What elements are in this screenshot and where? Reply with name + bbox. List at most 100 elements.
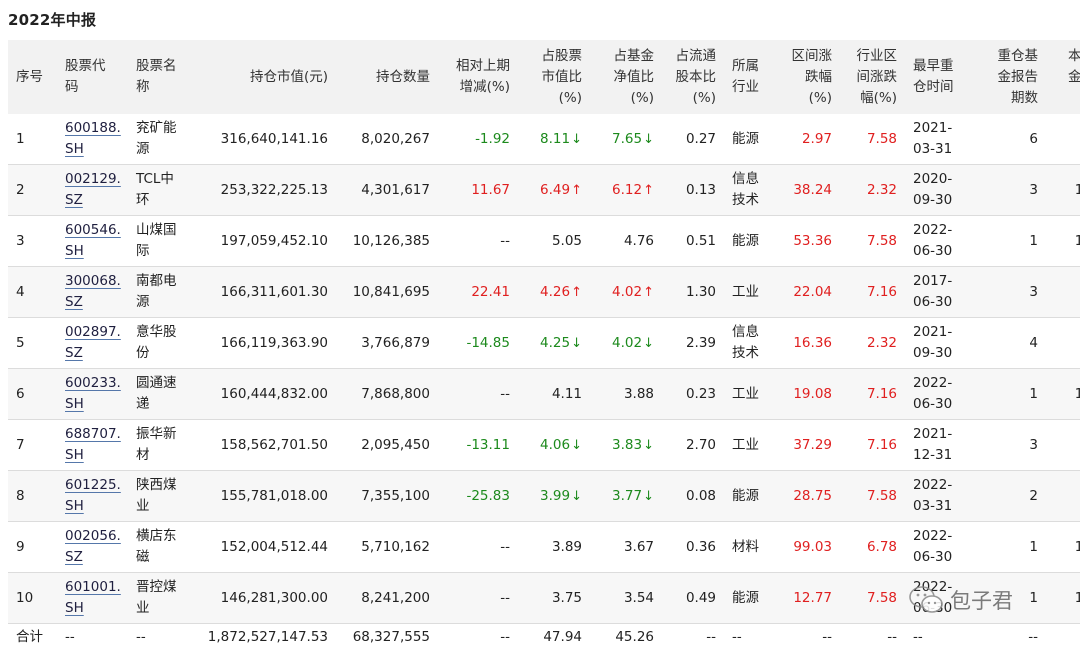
cell-line[interactable]: SH bbox=[65, 396, 84, 412]
header-line: 幅(%) bbox=[860, 90, 897, 106]
stock-code-link[interactable]: 002897. SZ bbox=[57, 318, 128, 369]
holdings-table: 序号 股票代码 股票名称 持仓市值(元) 持仓数量 相对上期增减(%) 占股票市… bbox=[8, 40, 1080, 656]
stock-code-link[interactable]: 600546. SH bbox=[57, 216, 128, 267]
cell-line: 2022- bbox=[913, 528, 952, 544]
stock-code-link[interactable]: 300068. SZ bbox=[57, 267, 128, 318]
cell-line[interactable]: 002129. bbox=[65, 171, 121, 187]
cell-line[interactable]: SZ bbox=[65, 549, 83, 565]
cell-stock-pct-value: 4.26 bbox=[540, 284, 570, 300]
cell-line[interactable]: 600233. bbox=[65, 375, 121, 391]
header-line: 股票名 bbox=[136, 58, 177, 74]
cell-nav-pct-value: 4.02 bbox=[612, 284, 642, 300]
table-row: 10601001.SH晋控煤业146,281,300.008,241,200--… bbox=[8, 573, 1080, 624]
cell-nav-pct-value: 7.65 bbox=[612, 131, 642, 147]
cell-line: TCL中 bbox=[136, 171, 174, 187]
table-row: 9002056.SZ横店东磁152,004,512.445,710,162--3… bbox=[8, 522, 1080, 573]
cell-line[interactable]: 601001. bbox=[65, 579, 121, 595]
cell-quantity-value: 8,241,200 bbox=[361, 590, 430, 606]
table-row: 7688707.SH振华新材158,562,701.502,095,450-13… bbox=[8, 420, 1080, 471]
cell-industry-text: 信息技术 bbox=[732, 171, 759, 208]
stock-code[interactable]: 002129. SZ bbox=[65, 171, 121, 208]
cell-range-change: 19.08 bbox=[782, 369, 840, 420]
cell-line[interactable]: 600188. bbox=[65, 120, 121, 136]
stock-code[interactable]: 600188. SH bbox=[65, 120, 121, 157]
stock-code-link[interactable]: 601001. SH bbox=[57, 573, 128, 624]
cell-line[interactable]: 688707. bbox=[65, 426, 121, 442]
cell-nav-pct: 3.54 bbox=[590, 573, 662, 624]
total-value: -- bbox=[913, 629, 923, 645]
cell-line[interactable]: 601225. bbox=[65, 477, 121, 493]
cell-seq-value: 10 bbox=[16, 590, 33, 606]
total-cell-earliest: -- bbox=[905, 624, 978, 656]
header-industry: 所属行业 bbox=[724, 40, 782, 114]
total-cell-float-pct: -- bbox=[662, 624, 724, 656]
cell-line[interactable]: SH bbox=[65, 141, 84, 157]
cell-change: -- bbox=[438, 573, 518, 624]
cell-stock-name: 兖矿能源 bbox=[128, 114, 198, 165]
cell-change-value: 11.67 bbox=[471, 182, 510, 198]
cell-market-value-value: 158,562,701.50 bbox=[221, 437, 328, 453]
stock-code[interactable]: 002056. SZ bbox=[65, 528, 121, 565]
stock-code[interactable]: 601001. SH bbox=[65, 579, 121, 616]
stock-code[interactable]: 600546. SH bbox=[65, 222, 121, 259]
cell-quantity: 2,095,450 bbox=[336, 420, 438, 471]
cell-line: 工业 bbox=[732, 284, 759, 300]
cell-float-pct-value: 1.30 bbox=[686, 284, 716, 300]
stock-code[interactable]: 601225. SH bbox=[65, 477, 121, 514]
cell-earliest: 2022-06-30 bbox=[905, 522, 978, 573]
cell-change-value: -13.11 bbox=[466, 437, 510, 453]
cell-periods: 3 bbox=[978, 267, 1046, 318]
cell-earliest-text: 2022-06-30 bbox=[913, 579, 952, 616]
cell-percentile-value: 100.00 bbox=[1075, 539, 1080, 555]
cell-change-value: -25.83 bbox=[466, 488, 510, 504]
cell-seq: 10 bbox=[8, 573, 57, 624]
cell-earliest: 2022-06-30 bbox=[905, 216, 978, 267]
total-cell-market-value: 1,872,527,147.53 bbox=[198, 624, 336, 656]
cell-industry-text: 工业 bbox=[732, 437, 759, 453]
stock-code-link[interactable]: 600233. SH bbox=[57, 369, 128, 420]
cell-line: 南都电 bbox=[136, 273, 177, 289]
cell-float-pct: 0.08 bbox=[662, 471, 724, 522]
cell-line: 2021- bbox=[913, 324, 952, 340]
cell-line[interactable]: SZ bbox=[65, 294, 83, 310]
cell-line[interactable]: SH bbox=[65, 600, 84, 616]
cell-market-value-value: 160,444,832.00 bbox=[221, 386, 328, 402]
cell-nav-pct-value: 4.76 bbox=[624, 233, 654, 249]
cell-seq-value: 7 bbox=[16, 437, 25, 453]
stock-code[interactable]: 002897. SZ bbox=[65, 324, 121, 361]
cell-line: 2022- bbox=[913, 579, 952, 595]
cell-line: 工业 bbox=[732, 386, 759, 402]
cell-line: 份 bbox=[136, 345, 150, 361]
cell-line: 圆通速 bbox=[136, 375, 177, 391]
stock-code-link[interactable]: 002129. SZ bbox=[57, 165, 128, 216]
stock-code-link[interactable]: 688707. SH bbox=[57, 420, 128, 471]
cell-range-change: 53.36 bbox=[782, 216, 840, 267]
stock-code[interactable]: 688707. SH bbox=[65, 426, 121, 463]
cell-industry: 信息技术 bbox=[724, 318, 782, 369]
cell-industry-text: 材料 bbox=[732, 539, 759, 555]
cell-industry: 工业 bbox=[724, 369, 782, 420]
cell-stock-name-text: 圆通速递 bbox=[136, 375, 177, 412]
cell-line[interactable]: 002897. bbox=[65, 324, 121, 340]
cell-line[interactable]: SZ bbox=[65, 192, 83, 208]
stock-code-link[interactable]: 002056. SZ bbox=[57, 522, 128, 573]
cell-line[interactable]: SH bbox=[65, 243, 84, 259]
cell-market-value-value: 197,059,452.10 bbox=[221, 233, 328, 249]
cell-line[interactable]: 002056. bbox=[65, 528, 121, 544]
cell-float-pct-value: 0.08 bbox=[686, 488, 716, 504]
cell-line[interactable]: 600546. bbox=[65, 222, 121, 238]
stock-code-link[interactable]: 600188. SH bbox=[57, 114, 128, 165]
cell-stock-name-text: 横店东磁 bbox=[136, 528, 177, 565]
cell-earliest: 2022-06-30 bbox=[905, 369, 978, 420]
stock-code[interactable]: 300068. SZ bbox=[65, 273, 121, 310]
stock-code-link[interactable]: 601225. SH bbox=[57, 471, 128, 522]
down-arrow-icon: ↓ bbox=[643, 438, 654, 453]
header-line: 本期占基 bbox=[1068, 48, 1080, 64]
cell-line: 际 bbox=[136, 243, 150, 259]
cell-line[interactable]: SZ bbox=[65, 345, 83, 361]
stock-code[interactable]: 600233. SH bbox=[65, 375, 121, 412]
cell-line[interactable]: SH bbox=[65, 498, 84, 514]
cell-market-value: 160,444,832.00 bbox=[198, 369, 336, 420]
cell-line[interactable]: SH bbox=[65, 447, 84, 463]
cell-line[interactable]: 300068. bbox=[65, 273, 121, 289]
